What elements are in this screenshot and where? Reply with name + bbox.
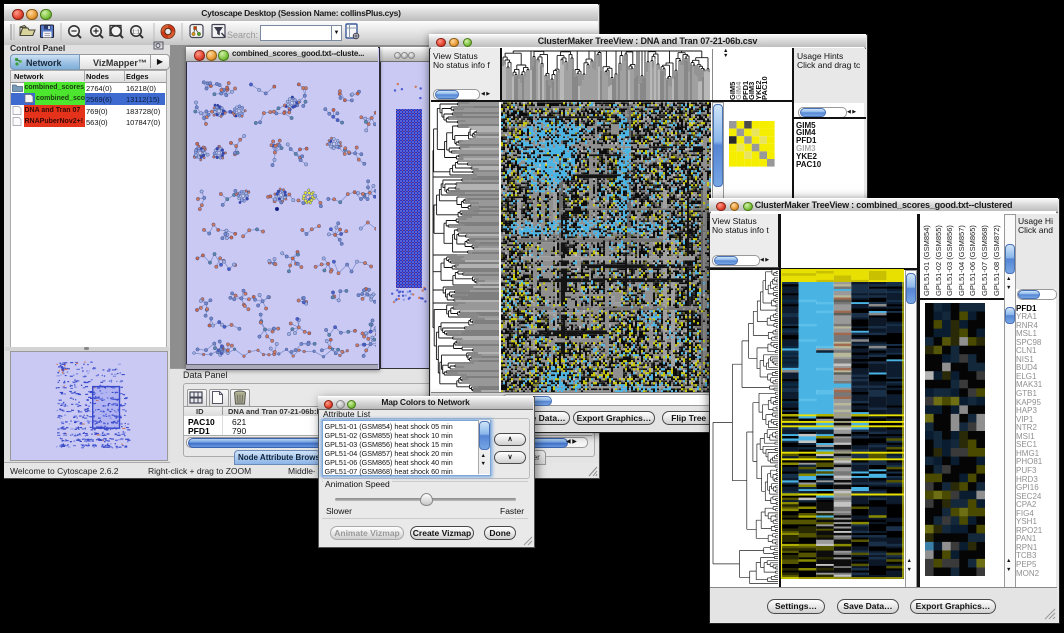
svg-text:1:1: 1:1 xyxy=(132,29,140,35)
